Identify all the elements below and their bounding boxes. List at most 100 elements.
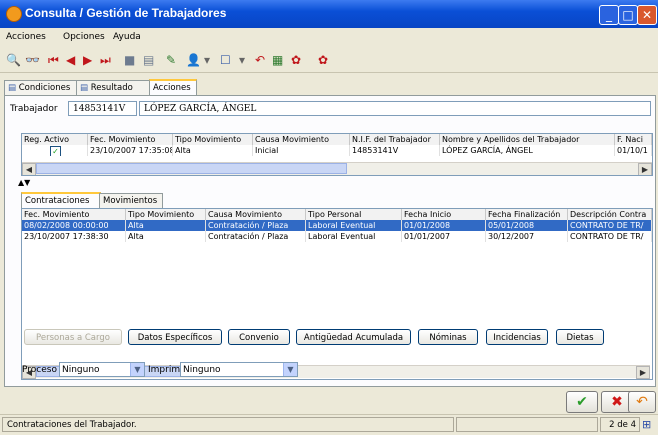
gift-icon[interactable]: ✿ — [318, 53, 328, 67]
col-fecha-inicio[interactable]: Fecha Inicio — [402, 209, 486, 220]
convenio-button[interactable]: Convenio — [228, 329, 290, 345]
col-tipo-movimiento[interactable]: Tipo Movimiento — [126, 209, 206, 220]
col-causa-movimiento[interactable]: Causa Movimiento — [206, 209, 306, 220]
col-causa-movimiento[interactable]: Causa Movimiento — [253, 134, 350, 145]
edit-icon[interactable]: ☐ — [220, 53, 231, 67]
minimize-button[interactable]: _ — [599, 5, 619, 25]
grid-icon: ▤ — [8, 83, 19, 93]
table-cell[interactable]: 23/10/2007 17:35:08 — [88, 145, 173, 156]
table-cell[interactable]: Inicial — [253, 145, 350, 156]
tab-movimientos[interactable]: Movimientos — [99, 193, 163, 208]
back-button[interactable]: ↶ — [628, 391, 656, 413]
contrataciones-grid: Fec. Movimiento Tipo Movimiento Causa Mo… — [21, 208, 653, 380]
menu-acciones[interactable]: Acciones — [6, 32, 46, 42]
x-icon: ✖ — [611, 394, 623, 410]
table-cell[interactable]: Contratación / Plaza — [206, 220, 306, 231]
proceso-label: Proceso — [22, 365, 57, 375]
menu-bar: Acciones Opciones Ayuda — [0, 30, 658, 46]
cell-reg-activo[interactable]: ✓ — [22, 145, 88, 156]
last-record-icon[interactable]: ⏭ — [100, 53, 111, 67]
tab-acciones[interactable]: Acciones — [149, 79, 197, 96]
imprimir-value: Ninguno — [183, 365, 221, 375]
trabajador-code-field[interactable]: 14853141V — [68, 101, 137, 116]
accept-button[interactable]: ✔ — [566, 391, 598, 413]
scroll-right-icon[interactable]: ▶ — [638, 163, 652, 175]
nominas-button[interactable]: Nóminas — [418, 329, 478, 345]
splitter-arrows-icon[interactable]: ▲▼ — [18, 179, 30, 187]
undo-icon: ↶ — [636, 394, 648, 410]
col-f-nacimiento[interactable]: F. Naci — [615, 134, 652, 145]
search-icon[interactable]: 🔍 — [6, 53, 21, 67]
flower-icon[interactable]: ✿ — [291, 53, 301, 67]
dietas-button[interactable]: Dietas — [556, 329, 604, 345]
col-nombre[interactable]: Nombre y Apellidos del Trabajador — [440, 134, 615, 145]
table-cell[interactable]: Alta — [173, 145, 253, 156]
personas-a-cargo-button[interactable]: Personas a Cargo — [24, 329, 122, 345]
col-fecha-finalizacion[interactable]: Fecha Finalización — [486, 209, 568, 220]
active-checkbox[interactable]: ✓ — [50, 146, 61, 156]
datos-especificos-button[interactable]: Datos Específicos — [128, 329, 222, 345]
tab-resultado[interactable]: ▤ Resultado — [76, 80, 154, 95]
table-cell[interactable]: Alta — [126, 231, 206, 242]
scroll-left-icon[interactable]: ◀ — [22, 163, 36, 175]
binoculars-icon[interactable]: 👓 — [25, 53, 40, 67]
tab-condiciones[interactable]: ▤ Condiciones — [4, 80, 78, 95]
antiguedad-acumulada-button[interactable]: Antigüedad Acumulada — [296, 329, 411, 345]
table-cell[interactable]: LÓPEZ GARCÍA, ÁNGEL — [440, 145, 615, 156]
dropdown-icon[interactable]: ▾ — [239, 53, 245, 67]
col-descripcion-contrato[interactable]: Descripción Contra — [568, 209, 652, 220]
scroll-right-icon[interactable]: ▶ — [636, 366, 650, 379]
proceso-select[interactable]: Ninguno ▼ — [59, 362, 145, 377]
calc-icon[interactable]: ▦ — [272, 53, 283, 67]
trabajador-name-field[interactable]: LÓPEZ GARCÍA, ÁNGEL — [139, 101, 651, 116]
col-nif[interactable]: N.I.F. del Trabajador — [350, 134, 440, 145]
chevron-down-icon[interactable]: ▼ — [130, 363, 144, 376]
page-indicator: 2 de 4 — [600, 417, 640, 432]
scroll-thumb[interactable] — [36, 163, 347, 174]
table-cell[interactable]: Alta — [126, 220, 206, 231]
table-cell[interactable]: Laboral Eventual — [306, 231, 402, 242]
table-cell[interactable]: 14853141V — [350, 145, 440, 156]
table-cell[interactable]: CONTRATO DE TR/ — [568, 231, 652, 242]
save-icon[interactable]: ■ — [124, 53, 135, 67]
toolbar: 🔍 👓 ⏮ ◀ ▶ ⏭ ■ ▤ ✎ 👤 ▾ ☐ ▾ ↶ ▦ ✿ ✿ — [0, 48, 658, 73]
tab-contrataciones[interactable]: Contrataciones — [21, 192, 101, 209]
dropdown-icon[interactable]: ▾ — [204, 53, 210, 67]
incidencias-button[interactable]: Incidencias — [486, 329, 548, 345]
table-cell[interactable]: Contratación / Plaza — [206, 231, 306, 242]
status-empty — [456, 417, 598, 432]
grip-icon: ⊞ — [642, 418, 652, 431]
status-bar: Contrataciones del Trabajador. 2 de 4 ⊞ — [0, 414, 658, 435]
print-icon[interactable]: ▤ — [143, 53, 154, 67]
table-cell[interactable]: 01/01/2008 — [402, 220, 486, 231]
menu-opciones[interactable]: Opciones — [63, 32, 105, 42]
table-cell[interactable]: Laboral Eventual — [306, 220, 402, 231]
close-button[interactable]: ✕ — [637, 5, 657, 25]
title-bar: Consulta / Gestión de Trabajadores _ □ ✕ — [0, 0, 658, 28]
upper-horizontal-scrollbar[interactable]: ◀ ▶ — [22, 162, 652, 175]
prev-record-icon[interactable]: ◀ — [66, 53, 75, 67]
table-row[interactable]: 23/10/2007 17:38:30 Alta Contratación / … — [22, 231, 652, 242]
table-row-selected[interactable]: 08/02/2008 00:00:00 Alta Contratación / … — [22, 220, 652, 231]
col-fec-movimiento[interactable]: Fec. Movimiento — [88, 134, 173, 145]
undo-icon[interactable]: ↶ — [255, 53, 265, 67]
table-cell[interactable]: 05/01/2008 — [486, 220, 568, 231]
table-cell[interactable]: 30/12/2007 — [486, 231, 568, 242]
table-cell[interactable]: 01/10/1 — [615, 145, 652, 156]
table-cell[interactable]: 23/10/2007 17:38:30 — [22, 231, 126, 242]
table-cell[interactable]: 08/02/2008 00:00:00 — [22, 220, 126, 231]
tool-icon[interactable]: ✎ — [166, 53, 176, 67]
imprimir-select[interactable]: Ninguno ▼ — [180, 362, 298, 377]
chevron-down-icon[interactable]: ▼ — [283, 363, 297, 376]
next-record-icon[interactable]: ▶ — [83, 53, 92, 67]
table-cell[interactable]: 01/01/2007 — [402, 231, 486, 242]
col-tipo-personal[interactable]: Tipo Personal — [306, 209, 402, 220]
menu-ayuda[interactable]: Ayuda — [113, 32, 141, 42]
maximize-button[interactable]: □ — [618, 5, 638, 25]
col-reg-activo[interactable]: Reg. Activo — [22, 134, 88, 145]
table-cell[interactable]: CONTRATO DE TR/ — [568, 220, 652, 231]
col-tipo-movimiento[interactable]: Tipo Movimiento — [173, 134, 253, 145]
col-fec-movimiento[interactable]: Fec. Movimiento — [22, 209, 126, 220]
first-record-icon[interactable]: ⏮ — [48, 53, 59, 67]
person-icon[interactable]: 👤 — [186, 53, 201, 67]
